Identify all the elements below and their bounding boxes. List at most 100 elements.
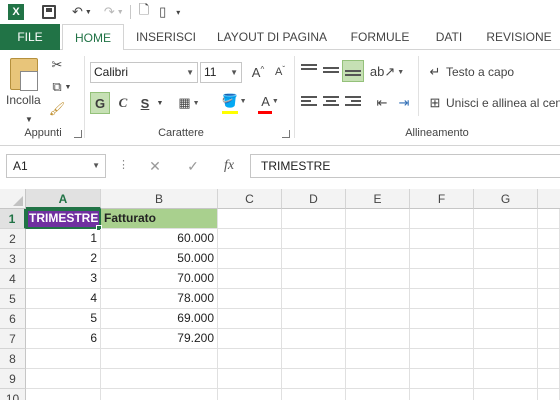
paste-button-label[interactable]: Incolla — [6, 93, 41, 107]
empty-cell[interactable] — [218, 249, 282, 269]
row-header-2[interactable]: 2 — [0, 229, 26, 249]
cancel-icon[interactable]: ✕ — [144, 155, 166, 177]
empty-cell[interactable] — [218, 269, 282, 289]
empty-cell[interactable] — [26, 369, 101, 389]
align-left-button[interactable] — [298, 92, 320, 114]
empty-cell[interactable] — [538, 329, 560, 349]
empty-cell[interactable] — [282, 249, 346, 269]
row-header-3[interactable]: 3 — [0, 249, 26, 269]
cell-a2[interactable]: 1 — [26, 229, 101, 249]
cell-a3[interactable]: 2 — [26, 249, 101, 269]
undo-dropdown-icon[interactable]: ▼ — [85, 2, 92, 22]
empty-cell[interactable] — [410, 229, 474, 249]
tab-page-layout[interactable]: LAYOUT DI PAGINA — [208, 24, 336, 50]
save-icon[interactable] — [42, 5, 56, 19]
print-preview-icon[interactable]: 🗋 — [139, 2, 149, 22]
align-center-button[interactable] — [320, 92, 342, 114]
decrease-indent-icon[interactable]: ⇤ — [372, 92, 392, 114]
empty-cell[interactable] — [474, 289, 538, 309]
font-size-select[interactable]: 11 ▼ — [200, 62, 242, 83]
shrink-font-button[interactable]: Aˇ — [270, 61, 290, 83]
empty-cell[interactable] — [346, 349, 410, 369]
font-color-button[interactable]: A ▼ — [256, 90, 284, 112]
tab-file[interactable]: FILE — [0, 24, 60, 50]
merge-center-icon[interactable]: ⊞ — [426, 94, 444, 112]
row-header-9[interactable]: 9 — [0, 369, 26, 389]
format-painter-icon[interactable]: 🖌 — [48, 100, 66, 118]
empty-cell[interactable] — [218, 349, 282, 369]
align-bottom-button[interactable] — [342, 60, 364, 82]
cell-b7[interactable]: 79.200 — [101, 329, 218, 349]
column-header-e[interactable]: E — [346, 189, 410, 209]
empty-cell[interactable] — [218, 289, 282, 309]
column-header-g[interactable]: G — [474, 189, 538, 209]
row-header-7[interactable]: 7 — [0, 329, 26, 349]
empty-cell[interactable] — [410, 289, 474, 309]
formula-bar-grip-icon[interactable]: ⋮ — [118, 158, 129, 171]
empty-cell[interactable] — [538, 209, 560, 229]
tab-data[interactable]: DATI — [424, 24, 474, 50]
cell-b1[interactable]: Fatturato — [101, 209, 218, 229]
empty-cell[interactable] — [410, 329, 474, 349]
align-middle-button[interactable] — [320, 60, 342, 82]
cell-b3[interactable]: 50.000 — [101, 249, 218, 269]
empty-cell[interactable] — [346, 309, 410, 329]
empty-cell[interactable] — [410, 309, 474, 329]
empty-cell[interactable] — [538, 389, 560, 400]
bold-button[interactable]: G — [90, 92, 110, 114]
font-name-select[interactable]: Calibri ▼ — [90, 62, 198, 83]
cell-a6[interactable]: 5 — [26, 309, 101, 329]
empty-cell[interactable] — [538, 229, 560, 249]
grow-font-button[interactable]: A ^ — [248, 61, 268, 83]
empty-cell[interactable] — [282, 289, 346, 309]
redo-icon[interactable]: ↷ — [104, 2, 115, 22]
borders-button[interactable]: ▦ ▼ — [176, 92, 202, 114]
empty-cell[interactable] — [538, 249, 560, 269]
clipboard-launcher-icon[interactable] — [74, 130, 82, 138]
empty-cell[interactable] — [474, 349, 538, 369]
column-header-a[interactable]: A — [26, 189, 101, 209]
empty-cell[interactable] — [218, 369, 282, 389]
empty-cell[interactable] — [282, 229, 346, 249]
cell-b6[interactable]: 69.000 — [101, 309, 218, 329]
empty-cell[interactable] — [538, 269, 560, 289]
wrap-text-button[interactable]: Testo a capo — [446, 65, 514, 79]
empty-cell[interactable] — [474, 329, 538, 349]
cut-icon[interactable]: ✂ — [48, 56, 66, 74]
column-header-c[interactable]: C — [218, 189, 282, 209]
undo-icon[interactable]: ↶ — [72, 2, 83, 22]
empty-cell[interactable] — [346, 289, 410, 309]
spreadsheet-grid[interactable]: A B C D E F G 1 2 3 4 5 6 7 8 9 10 TRIME… — [0, 189, 560, 400]
row-header-5[interactable]: 5 — [0, 289, 26, 309]
cell-b4[interactable]: 70.000 — [101, 269, 218, 289]
empty-cell[interactable] — [474, 369, 538, 389]
tab-insert[interactable]: INSERISCI — [128, 24, 204, 50]
new-document-icon[interactable]: ▯ — [159, 2, 166, 22]
row-header-1[interactable]: 1 — [0, 209, 26, 229]
tab-home[interactable]: HOME — [62, 24, 124, 51]
empty-cell[interactable] — [101, 349, 218, 369]
paste-dropdown-icon[interactable]: ▼ — [20, 110, 38, 128]
italic-button[interactable]: C — [114, 92, 132, 114]
empty-cell[interactable] — [346, 229, 410, 249]
empty-cell[interactable] — [101, 369, 218, 389]
cell-a1[interactable]: TRIMESTRE — [26, 209, 101, 229]
empty-cell[interactable] — [410, 249, 474, 269]
empty-cell[interactable] — [218, 309, 282, 329]
row-header-4[interactable]: 4 — [0, 269, 26, 289]
empty-cell[interactable] — [538, 369, 560, 389]
empty-cell[interactable] — [282, 369, 346, 389]
empty-cell[interactable] — [346, 209, 410, 229]
font-launcher-icon[interactable] — [282, 130, 290, 138]
insert-function-icon[interactable]: fx — [218, 155, 240, 177]
empty-cell[interactable] — [218, 389, 282, 400]
wrap-text-icon[interactable]: ↵ — [426, 63, 444, 81]
empty-cell[interactable] — [474, 249, 538, 269]
empty-cell[interactable] — [474, 389, 538, 400]
empty-cell[interactable] — [410, 369, 474, 389]
empty-cell[interactable] — [282, 389, 346, 400]
cell-a7[interactable]: 6 — [26, 329, 101, 349]
formula-input[interactable]: TRIMESTRE — [250, 154, 560, 178]
empty-cell[interactable] — [346, 249, 410, 269]
tab-review[interactable]: REVISIONE — [480, 24, 558, 50]
